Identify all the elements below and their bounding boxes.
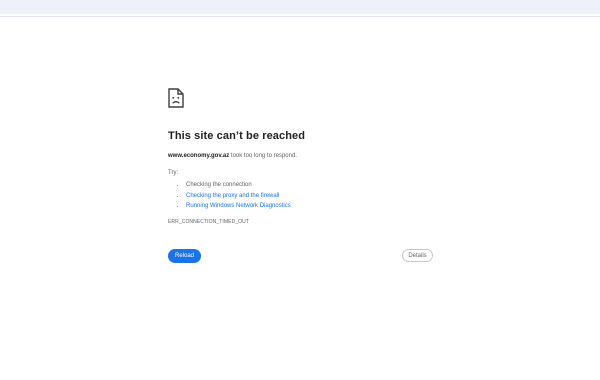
error-description: www.economy.gov.az took too long to resp…: [168, 152, 436, 160]
error-code: ERR_CONNECTION_TIMED_OUT: [168, 218, 250, 225]
error-domain: www.economy.gov.az: [168, 153, 230, 159]
suggestion-check-proxy-link[interactable]: Checking the proxy and the firewall: [186, 191, 436, 202]
try-label: Try:: [168, 170, 179, 176]
suggestions-list: Checking the connection Checking the pro…: [168, 180, 436, 212]
error-description-text: took too long to respond.: [229, 153, 297, 159]
sad-page-icon: [168, 88, 184, 108]
browser-top-bar: [0, 0, 600, 14]
action-buttons: Reload Details: [168, 249, 436, 265]
browser-divider: [0, 16, 600, 17]
reload-button[interactable]: Reload: [168, 249, 201, 263]
suggestion-check-connection: Checking the connection: [186, 180, 436, 191]
error-content: This site can’t be reached www.economy.g…: [168, 88, 436, 225]
suggestion-network-diagnostics-link[interactable]: Running Windows Network Diagnostics: [186, 201, 436, 212]
details-button[interactable]: Details: [402, 249, 433, 262]
error-title: This site can’t be reached: [168, 130, 306, 142]
